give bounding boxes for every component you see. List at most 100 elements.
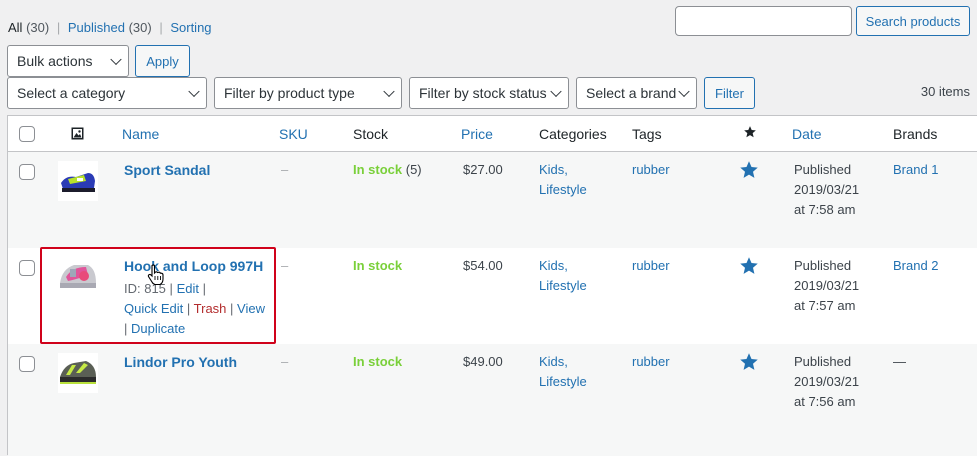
brand-filter-value: Select a brand xyxy=(586,85,677,101)
stock-status-label: In stock xyxy=(353,258,403,273)
product-sku: – xyxy=(281,162,289,177)
bulk-actions-select[interactable]: Bulk actions xyxy=(7,45,129,77)
select-all-checkbox[interactable] xyxy=(19,126,35,142)
image-icon xyxy=(71,127,84,143)
separator: | xyxy=(124,321,128,336)
view-all-label[interactable]: All xyxy=(8,20,22,35)
product-price: $27.00 xyxy=(463,162,503,177)
category-link[interactable]: Kids, xyxy=(539,352,587,372)
stock-status: In stock (5) xyxy=(353,160,422,180)
quick-edit-link[interactable]: Quick Edit xyxy=(124,301,183,316)
separator: | xyxy=(230,301,234,316)
product-name-link[interactable]: Sport Sandal xyxy=(124,160,210,180)
stock-status-filter-select[interactable]: Filter by stock status xyxy=(409,77,569,109)
column-sku[interactable]: SKU xyxy=(279,126,308,142)
product-thumbnail[interactable] xyxy=(58,353,98,393)
table-row: Sport Sandal – In stock (5) $27.00 Kids,… xyxy=(8,152,977,248)
row-checkbox[interactable] xyxy=(19,260,35,276)
table-row: Lindor Pro Youth – In stock $49.00 Kids,… xyxy=(8,344,977,456)
duplicate-link[interactable]: Duplicate xyxy=(131,321,185,336)
table-header: Name SKU Stock Price Categories Tags Dat… xyxy=(8,116,977,152)
product-date: Published 2019/03/21 at 7:58 am xyxy=(794,160,859,220)
product-sku: – xyxy=(281,354,289,369)
chevron-down-icon xyxy=(110,53,122,66)
separator: | xyxy=(169,281,173,296)
brand-link[interactable]: Brand 1 xyxy=(893,160,939,180)
column-name[interactable]: Name xyxy=(122,126,159,142)
tag-link[interactable]: rubber xyxy=(632,256,670,276)
brand-filter-select[interactable]: Select a brand xyxy=(576,77,697,109)
date-status: Published xyxy=(794,162,852,177)
bulk-actions-value: Bulk actions xyxy=(17,53,93,69)
sorting-link[interactable]: Sorting xyxy=(170,20,211,35)
product-price: $54.00 xyxy=(463,258,503,273)
star-icon[interactable] xyxy=(743,125,757,142)
date-status: Published xyxy=(794,258,852,273)
featured-star-icon[interactable] xyxy=(739,160,759,186)
column-categories: Categories xyxy=(539,126,607,142)
column-tags: Tags xyxy=(632,126,662,142)
filter-button[interactable]: Filter xyxy=(704,77,755,109)
status-links: All (30) | Published (30) | Sorting xyxy=(8,20,212,35)
product-sku: – xyxy=(281,258,289,273)
category-filter-value: Select a category xyxy=(17,85,126,101)
product-name-link[interactable]: Hook and Loop 997H xyxy=(124,256,263,276)
column-price[interactable]: Price xyxy=(461,126,493,142)
row-checkbox[interactable] xyxy=(19,164,35,180)
stock-count: (5) xyxy=(405,162,422,177)
product-price: $49.00 xyxy=(463,354,503,369)
chevron-down-icon xyxy=(188,85,200,98)
products-table: Name SKU Stock Price Categories Tags Dat… xyxy=(7,115,977,456)
column-brands: Brands xyxy=(893,126,938,142)
table-row: Hook and Loop 997H ID: 815 | Edit | Quic… xyxy=(8,248,977,344)
product-date: Published 2019/03/21 at 7:57 am xyxy=(794,256,859,316)
category-link[interactable]: Lifestyle xyxy=(539,276,587,296)
view-link[interactable]: View xyxy=(237,301,265,316)
stock-status-label: In stock xyxy=(353,162,403,177)
category-link[interactable]: Lifestyle xyxy=(539,372,587,392)
search-products-button[interactable]: Search products xyxy=(856,6,970,36)
date-day: 2019/03/21 xyxy=(794,182,860,197)
category-filter-select[interactable]: Select a category xyxy=(7,77,207,109)
apply-button[interactable]: Apply xyxy=(135,45,190,77)
product-thumbnail[interactable] xyxy=(58,257,98,297)
date-day: 2019/03/21 xyxy=(794,278,860,293)
separator: | xyxy=(186,301,191,316)
items-count: 30 items xyxy=(920,84,970,99)
product-name-link[interactable]: Lindor Pro Youth xyxy=(124,352,237,372)
chevron-down-icon xyxy=(550,85,562,98)
date-time: at 7:56 am xyxy=(794,394,856,409)
chevron-down-icon xyxy=(383,85,395,98)
trash-link[interactable]: Trash xyxy=(194,301,227,316)
product-date: Published 2019/03/21 at 7:56 am xyxy=(794,352,859,412)
separator: | xyxy=(202,281,206,296)
hand-pointer-cursor-icon xyxy=(147,264,165,292)
stock-status-filter-value: Filter by stock status xyxy=(419,85,547,101)
separator: | xyxy=(159,20,163,35)
tag-link[interactable]: rubber xyxy=(632,160,670,180)
column-stock: Stock xyxy=(353,126,389,142)
edit-link[interactable]: Edit xyxy=(177,281,199,296)
column-date[interactable]: Date xyxy=(792,126,822,142)
featured-star-icon[interactable] xyxy=(739,352,759,378)
view-published-link[interactable]: Published xyxy=(68,20,125,35)
date-status: Published xyxy=(794,354,852,369)
tag-link[interactable]: rubber xyxy=(632,352,670,372)
product-thumbnail[interactable] xyxy=(58,161,98,201)
view-all-count: (30) xyxy=(26,20,50,35)
row-checkbox[interactable] xyxy=(19,356,35,372)
date-day: 2019/03/21 xyxy=(794,374,860,389)
category-link[interactable]: Kids, xyxy=(539,256,587,276)
featured-star-icon[interactable] xyxy=(739,256,759,282)
brand-link[interactable]: Brand 2 xyxy=(893,256,939,276)
date-time: at 7:57 am xyxy=(794,298,856,313)
product-categories: Kids, Lifestyle xyxy=(539,352,587,392)
product-categories: Kids, Lifestyle xyxy=(539,160,587,200)
category-link[interactable]: Kids, xyxy=(539,160,587,180)
category-link[interactable]: Lifestyle xyxy=(539,180,587,200)
product-categories: Kids, Lifestyle xyxy=(539,256,587,296)
stock-status: In stock xyxy=(353,256,402,276)
brand-empty: — xyxy=(893,354,906,369)
search-input[interactable] xyxy=(675,6,852,36)
product-type-filter-select[interactable]: Filter by product type xyxy=(214,77,402,109)
